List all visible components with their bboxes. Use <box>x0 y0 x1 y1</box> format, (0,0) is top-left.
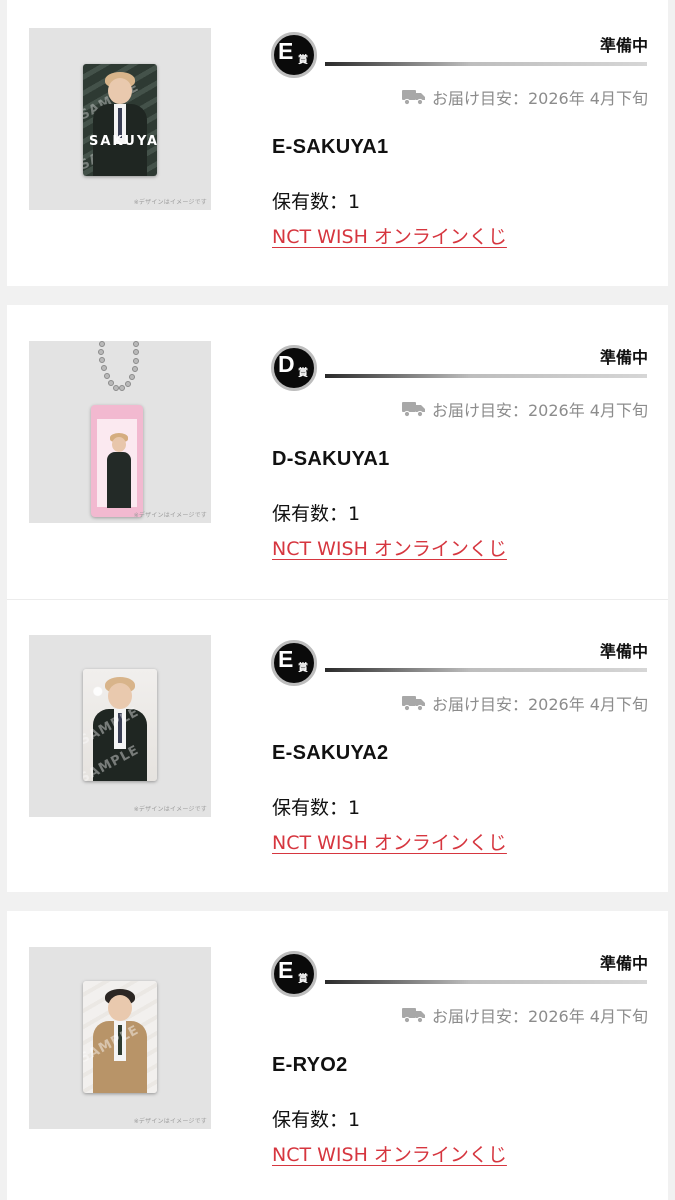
product-image: SAMPLE SAMPLE SAKUYA <box>83 64 157 176</box>
lottery-link[interactable]: NCT WISH オンラインくじ <box>272 534 507 561</box>
truck-icon <box>402 1008 425 1023</box>
ball-chain <box>97 341 139 409</box>
truck-icon <box>402 402 425 417</box>
status-label: 準備中 <box>599 36 648 55</box>
product-thumbnail[interactable]: SAMPLE ※デザインはイメージです <box>29 947 211 1129</box>
lottery-link[interactable]: NCT WISH オンラインくじ <box>272 828 507 855</box>
prize-grade-badge: E 賞 <box>271 32 331 82</box>
prize-grade-badge: E 賞 <box>271 951 331 1001</box>
holding-count: 保有数：1 <box>272 191 361 213</box>
holding-count: 保有数：1 <box>272 797 361 819</box>
status-label: 準備中 <box>599 348 648 367</box>
status-progress-line <box>325 62 647 66</box>
product-thumbnail[interactable]: ※デザインはイメージです <box>29 341 211 523</box>
prize-grade-badge: D 賞 <box>271 345 331 395</box>
status-progress-line <box>325 668 647 672</box>
image-disclaimer: ※デザインはイメージです <box>133 512 207 519</box>
delivery-estimate: お届け目安：2026年 4月下旬 <box>402 691 648 715</box>
product-thumbnail[interactable]: SAMPLE SAMPLE SAKUYA ※デザインはイメージです <box>29 28 211 210</box>
product-image <box>91 405 143 517</box>
item-name: E-SAKUYA2 <box>272 742 389 764</box>
lottery-link[interactable]: NCT WISH オンラインくじ <box>272 222 507 249</box>
delivery-estimate: お届け目安：2026年 4月下旬 <box>402 85 648 109</box>
product-thumbnail[interactable]: SAMPLE SAMPLE ※デザインはイメージです <box>29 635 211 817</box>
status-progress-line <box>325 374 647 378</box>
holding-count: 保有数：1 <box>272 1109 361 1131</box>
lottery-link[interactable]: NCT WISH オンラインくじ <box>272 1140 507 1167</box>
holding-count: 保有数：1 <box>272 503 361 525</box>
truck-icon <box>402 696 425 711</box>
prize-grade-badge: E 賞 <box>271 640 331 690</box>
truck-icon <box>402 90 425 105</box>
product-image: SAMPLE <box>83 981 157 1093</box>
card-printed-name: SAKUYA <box>89 134 157 149</box>
status-label: 準備中 <box>599 954 648 973</box>
product-image: SAMPLE SAMPLE <box>83 669 157 781</box>
item-name: E-SAKUYA1 <box>272 136 389 158</box>
delivery-estimate: お届け目安：2026年 4月下旬 <box>402 397 648 421</box>
delivery-estimate: お届け目安：2026年 4月下旬 <box>402 1003 648 1027</box>
image-disclaimer: ※デザインはイメージです <box>133 199 207 206</box>
status-label: 準備中 <box>599 642 648 661</box>
image-disclaimer: ※デザインはイメージです <box>133 1118 207 1125</box>
image-disclaimer: ※デザインはイメージです <box>133 806 207 813</box>
status-progress-line <box>325 980 647 984</box>
item-name: D-SAKUYA1 <box>272 448 390 470</box>
item-name: E-RYO2 <box>272 1054 348 1076</box>
